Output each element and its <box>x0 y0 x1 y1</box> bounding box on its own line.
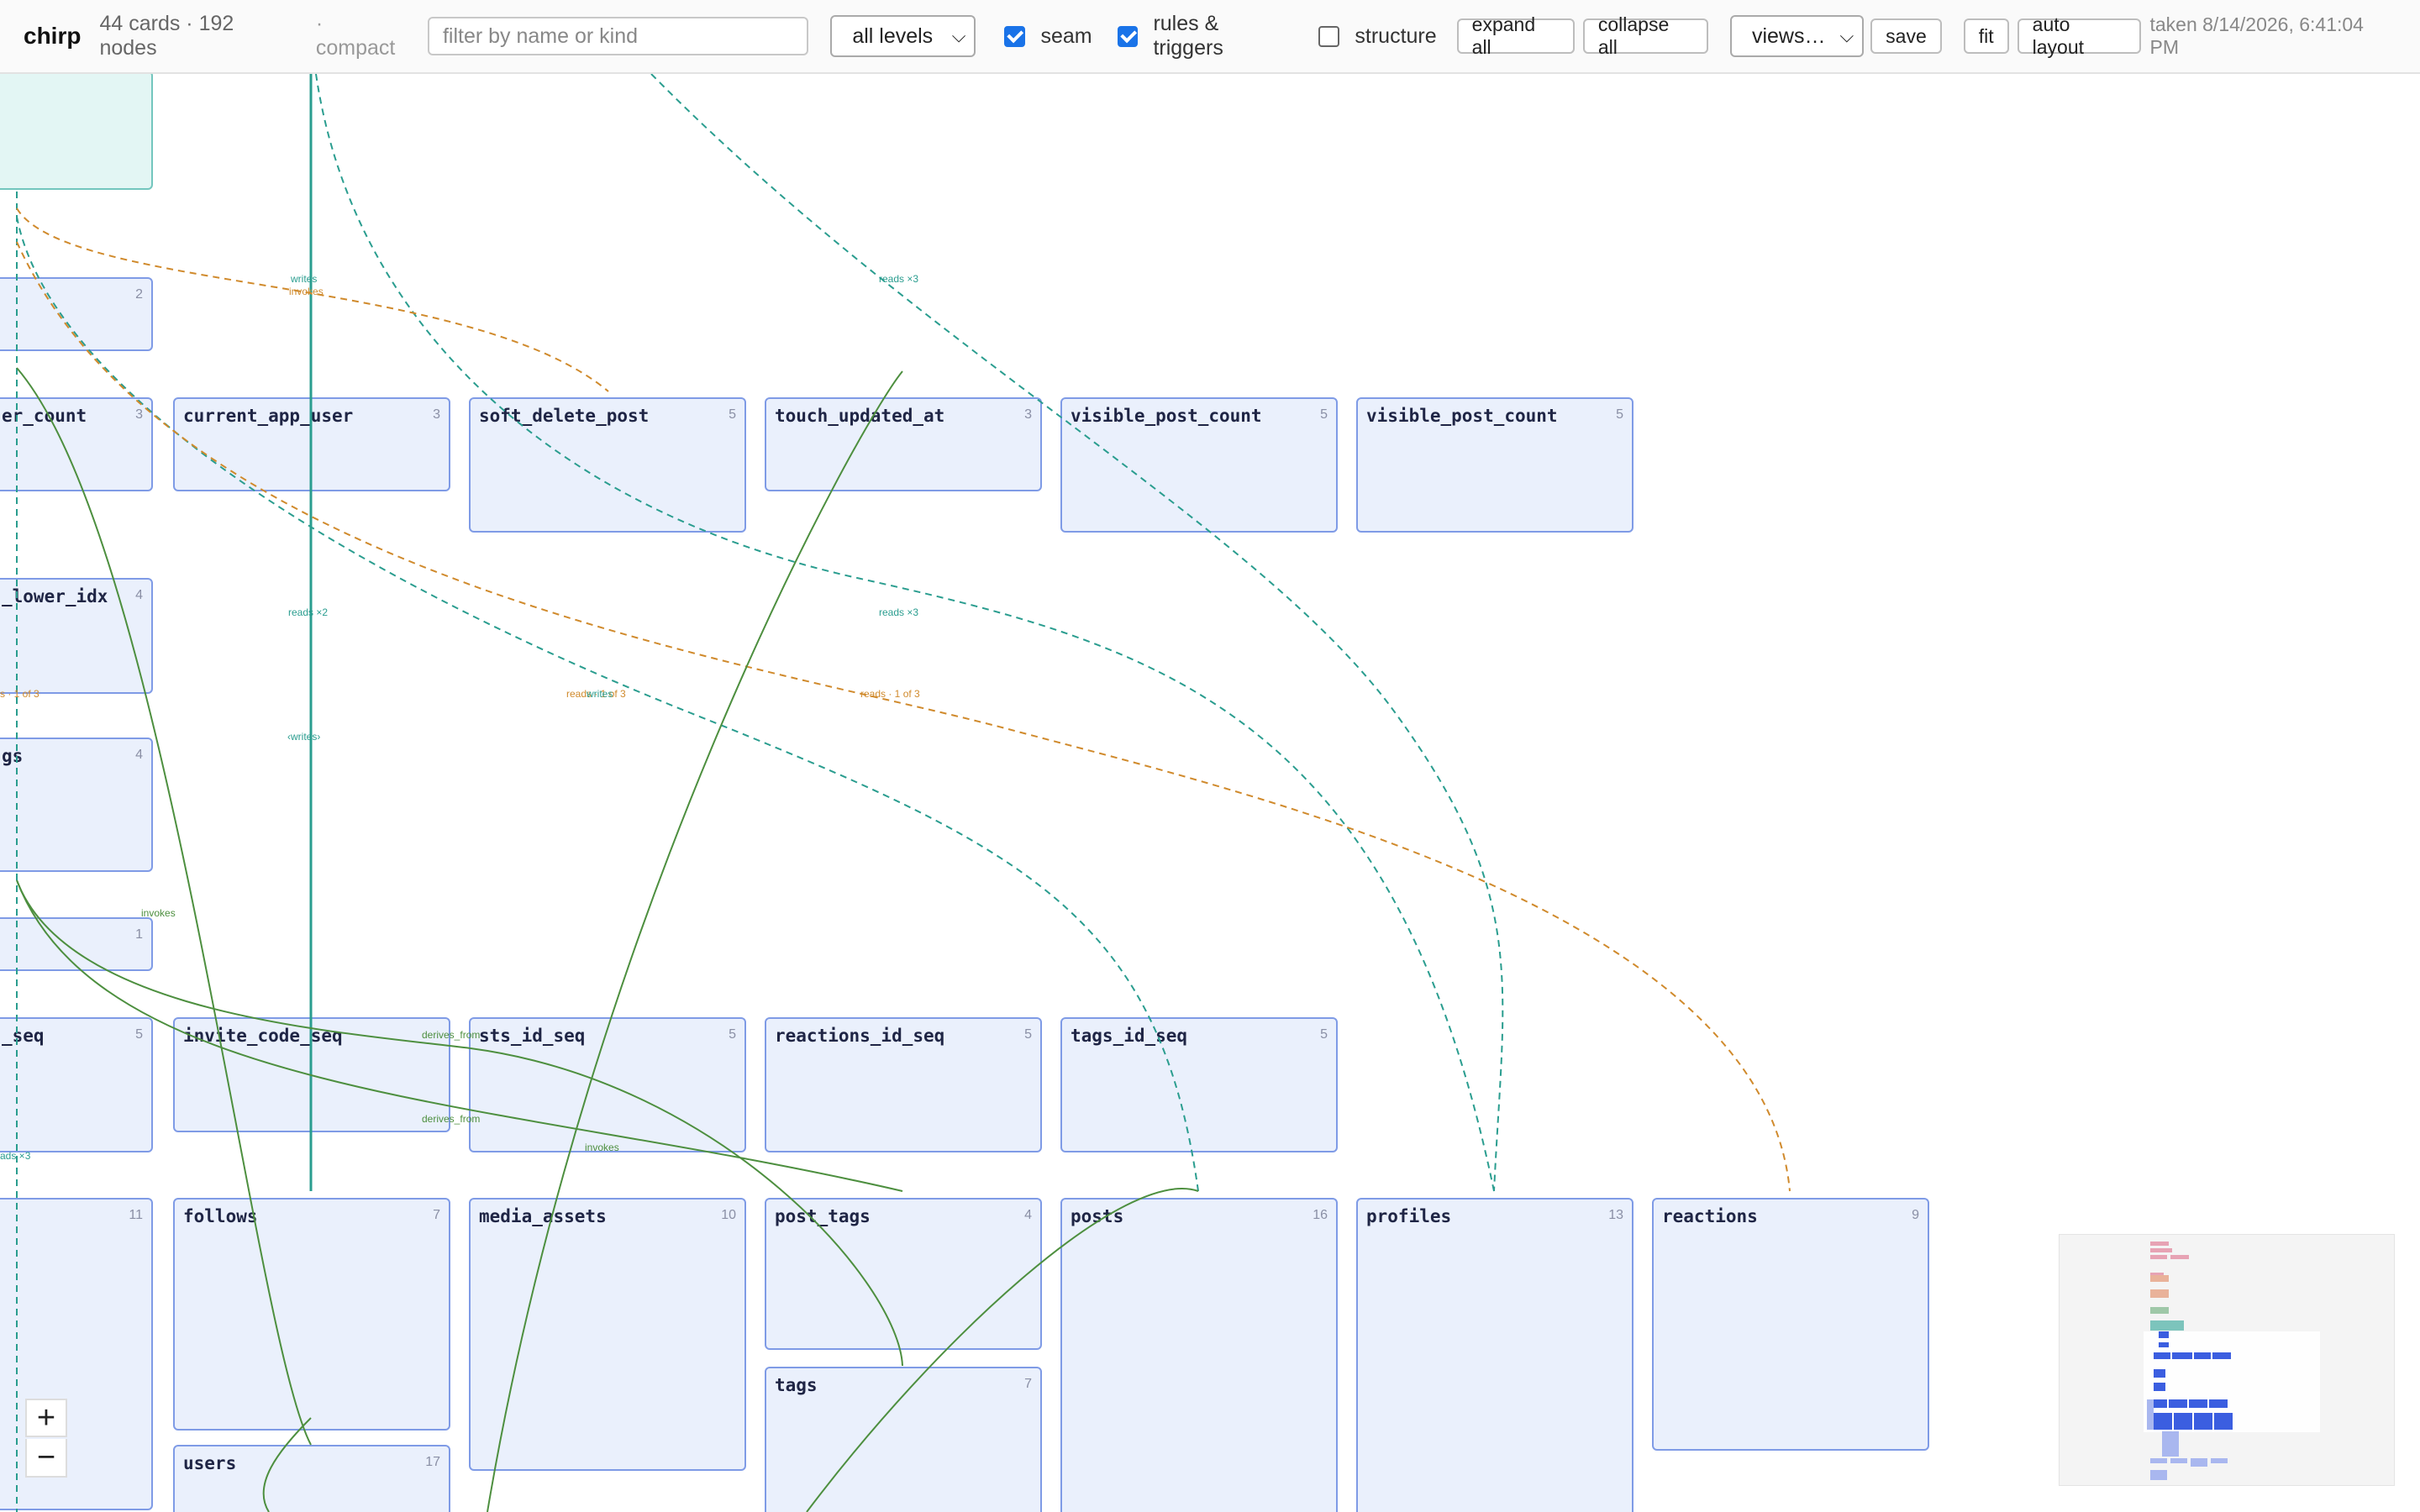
seam-label: seam <box>1040 24 1092 48</box>
zoom-out-button[interactable]: − <box>25 1439 67 1478</box>
edge-label: writes <box>586 688 613 700</box>
rules-triggers-label: rules & triggers <box>1153 12 1223 60</box>
edge-label: ads ×3 <box>0 1150 31 1162</box>
graph-canvas[interactable]: 2 er_count 3 current_app_user 3 soft_del… <box>0 74 2420 1512</box>
expand-all-button[interactable]: expand all <box>1456 13 1575 58</box>
edge-label: reads ×3 <box>879 606 918 618</box>
edge-label: derives_from <box>422 1113 480 1125</box>
edge-label: writes <box>290 273 317 285</box>
save-button[interactable]: save <box>1870 18 1942 54</box>
derives-edge <box>470 1047 903 1367</box>
invokes-edge <box>806 1188 1199 1512</box>
edge-label: reads ×2 <box>288 606 328 618</box>
rules-triggers-checkbox[interactable] <box>1117 25 1139 47</box>
auto-layout-button[interactable]: auto layout <box>2017 13 2142 58</box>
view-mode-label: · compact <box>315 12 396 60</box>
zoom-in-button[interactable]: + <box>25 1399 67 1437</box>
levels-select[interactable]: all levels ⌵ <box>830 15 976 57</box>
filter-input[interactable] <box>427 17 809 55</box>
edge-label: invokes <box>585 1142 619 1153</box>
toolbar: chirp 44 cards · 192 nodes · compact all… <box>0 0 2420 74</box>
chevron-down-icon: ⌵ <box>951 25 966 46</box>
chevron-down-icon: ⌵ <box>1839 25 1854 46</box>
minimap-graphic <box>2144 1242 2320 1480</box>
edge-label: ‹writes› <box>287 731 320 743</box>
structure-checkbox[interactable] <box>1318 25 1340 47</box>
capture-timestamp: taken 8/14/2026, 6:41:04 PM <box>2149 13 2364 58</box>
edge-label: invokes <box>289 286 324 297</box>
seam-edge <box>650 74 1504 1192</box>
seam-toggle[interactable]: seam <box>1004 24 1092 49</box>
views-select-value: views… <box>1751 24 1826 48</box>
fit-button[interactable]: fit <box>1963 18 2009 54</box>
seam-checkbox[interactable] <box>1004 25 1026 47</box>
structure-label: structure <box>1355 24 1437 48</box>
minimap[interactable] <box>2059 1234 2395 1486</box>
edge-layer: writes invokes reads ×3 reads ×2 reads ×… <box>0 74 1791 1512</box>
invokes-edge <box>262 1417 312 1512</box>
seam-edge <box>315 74 1495 1192</box>
invokes-edge <box>487 370 903 1512</box>
edge-label: invokes <box>141 907 176 919</box>
rule-edge <box>16 241 1791 1192</box>
structure-toggle[interactable]: structure <box>1318 24 1437 49</box>
views-select[interactable]: views… ⌵ <box>1729 15 1865 57</box>
invokes-edge <box>16 367 312 1446</box>
edge-label: reads · 1 of 3 <box>860 688 920 700</box>
app-brand: chirp <box>24 23 82 49</box>
graph-stats: 44 cards · 192 nodes <box>99 12 234 60</box>
rules-triggers-toggle[interactable]: rules & triggers <box>1117 12 1294 60</box>
rule-edge <box>16 207 609 392</box>
seam-edge <box>16 216 1199 1192</box>
derives-edge <box>16 879 471 1049</box>
collapse-all-button[interactable]: collapse all <box>1582 13 1708 58</box>
edge-label: reads ×3 <box>879 273 918 285</box>
levels-select-value: all levels <box>852 24 934 48</box>
edge-label: derives_from <box>422 1029 480 1041</box>
edge-label: s · 1 of 3 <box>0 688 39 700</box>
